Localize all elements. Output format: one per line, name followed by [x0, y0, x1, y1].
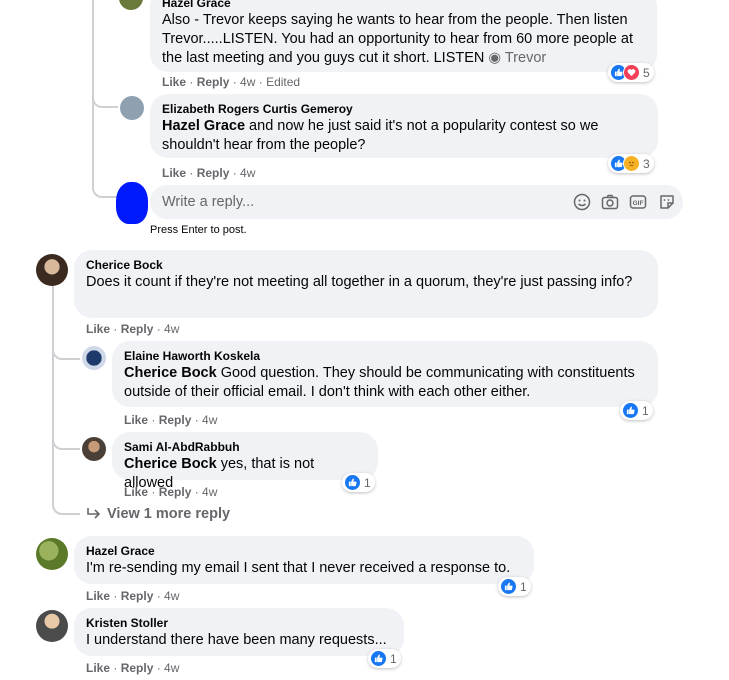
camera-icon[interactable]: [601, 193, 619, 211]
thread-connector: [92, 80, 118, 108]
reaction-number: 1: [364, 475, 371, 490]
thread-connector: [52, 490, 80, 515]
reaction-number: 3: [643, 156, 650, 171]
comment-bubble: Elizabeth Rogers Curtis Gemeroy Hazel Gr…: [150, 94, 658, 158]
comment-text: Hazel Grace and now he just said it's no…: [162, 117, 646, 155]
thread-connector: [92, 170, 118, 198]
timestamp[interactable]: 4w: [164, 322, 179, 336]
like-reaction-icon: [370, 650, 387, 667]
like-reaction-icon: [344, 474, 361, 491]
mention-link[interactable]: Trevor: [505, 50, 546, 66]
timestamp[interactable]: 4w: [202, 485, 217, 499]
sad-reaction-icon: [623, 155, 640, 172]
timestamp[interactable]: 4w: [164, 661, 179, 675]
reaction-number: 5: [643, 65, 650, 80]
mention-link[interactable]: Cherice Bock: [124, 365, 217, 381]
mention-link[interactable]: Cherice Bock: [124, 456, 217, 472]
reply-button[interactable]: Reply: [121, 322, 154, 336]
comment-author[interactable]: Hazel Grace: [86, 543, 522, 559]
comment-author[interactable]: Cherice Bock: [86, 257, 646, 273]
reply-button[interactable]: Reply: [121, 661, 154, 675]
thread-connector: [52, 330, 80, 360]
view-more-replies[interactable]: View 1 more reply: [86, 506, 230, 522]
reaction-count[interactable]: 1: [342, 473, 375, 492]
reply-arrow-icon: [87, 508, 101, 519]
post-hint: Press Enter to post.: [150, 224, 247, 236]
like-button[interactable]: Like: [124, 413, 148, 427]
reaction-count[interactable]: 5: [608, 63, 654, 82]
comment-bubble: Hazel Grace Also - Trevor keeps saying h…: [150, 0, 657, 72]
comment-author[interactable]: Elaine Haworth Koskela: [124, 348, 646, 364]
like-button[interactable]: Like: [86, 322, 110, 336]
comment-bubble: Hazel Grace I'm re-sending my email I se…: [74, 536, 534, 584]
comment-bubble: Elaine Haworth Koskela Cherice Bock Good…: [112, 341, 658, 407]
timestamp[interactable]: 4w: [202, 413, 217, 427]
emoji-icon[interactable]: [573, 193, 591, 211]
avatar[interactable]: [36, 610, 68, 642]
comment-author[interactable]: Elizabeth Rogers Curtis Gemeroy: [162, 101, 646, 117]
comment-author[interactable]: Sami Al-AbdRabbuh: [124, 439, 366, 455]
edited-label: Edited: [266, 75, 301, 89]
timestamp[interactable]: 4w: [240, 166, 255, 180]
gif-icon[interactable]: GIF: [629, 193, 647, 211]
mention-link[interactable]: Hazel Grace: [162, 118, 245, 134]
reply-button[interactable]: Reply: [159, 413, 192, 427]
reaction-count[interactable]: 1: [620, 401, 653, 420]
reply-button[interactable]: Reply: [121, 589, 154, 603]
comment-body: Also - Trevor keeps saying he wants to h…: [162, 12, 633, 66]
avatar[interactable]: [36, 254, 68, 286]
comment-text: I understand there have been many reques…: [86, 632, 387, 648]
avatar[interactable]: [82, 346, 106, 370]
like-button[interactable]: Like: [162, 75, 186, 89]
verified-icon: ◉: [488, 50, 502, 66]
comment-text: Does it count if they're not meeting all…: [86, 274, 633, 290]
like-reaction-icon: [500, 578, 517, 595]
reply-placeholder: Write a reply...: [162, 194, 255, 210]
reply-button[interactable]: Reply: [197, 75, 230, 89]
comment-text: Also - Trevor keeps saying he wants to h…: [162, 11, 645, 68]
thread-connector: [52, 420, 80, 450]
avatar[interactable]: [82, 437, 106, 461]
like-button[interactable]: Like: [124, 485, 148, 499]
love-reaction-icon: [623, 64, 640, 81]
comment-actions: Like · Reply · 4w: [124, 413, 218, 427]
comment-actions: Like · Reply · 4w: [162, 166, 256, 180]
reaction-count[interactable]: 1: [368, 649, 401, 668]
reply-button[interactable]: Reply: [197, 166, 230, 180]
view-more-label: View 1 more reply: [107, 506, 231, 522]
timestamp[interactable]: 4w: [240, 75, 255, 89]
avatar[interactable]: [120, 96, 144, 120]
comment-text: Cherice Bock Good question. They should …: [124, 364, 646, 402]
comment-actions: Like · Reply · 4w: [86, 661, 180, 675]
comment-actions: Like · Reply · 4w: [86, 322, 180, 336]
comment-actions: Like · Reply · 4w · Edited: [162, 75, 301, 89]
comment-bubble: Kristen Stoller I understand there have …: [74, 608, 404, 656]
reply-button[interactable]: Reply: [159, 485, 192, 499]
user-avatar: [116, 182, 148, 224]
comment-author[interactable]: Kristen Stoller: [86, 615, 392, 631]
like-button[interactable]: Like: [86, 589, 110, 603]
comment-actions: Like · Reply · 4w: [124, 485, 218, 499]
like-button[interactable]: Like: [86, 661, 110, 675]
comment-bubble: Cherice Bock Does it count if they're no…: [74, 250, 658, 318]
sticker-icon[interactable]: [658, 193, 676, 211]
reaction-number: 1: [520, 579, 527, 594]
comment-text: I'm re-sending my email I sent that I ne…: [86, 560, 511, 576]
reaction-count[interactable]: 3: [608, 154, 654, 173]
comment-author[interactable]: Hazel Grace: [162, 0, 645, 11]
comment-actions: Like · Reply · 4w: [86, 589, 180, 603]
avatar[interactable]: [119, 0, 143, 10]
page-edge: [716, 0, 729, 680]
comment-bubble: Sami Al-AbdRabbuh Cherice Bock yes, that…: [112, 432, 378, 491]
timestamp[interactable]: 4w: [164, 589, 179, 603]
like-button[interactable]: Like: [162, 166, 186, 180]
thread-line: [52, 285, 54, 500]
avatar[interactable]: [36, 538, 68, 570]
svg-text:GIF: GIF: [633, 200, 644, 207]
like-reaction-icon: [622, 402, 639, 419]
reaction-number: 1: [390, 651, 397, 666]
reaction-count[interactable]: 1: [498, 577, 531, 596]
reaction-number: 1: [642, 403, 649, 418]
